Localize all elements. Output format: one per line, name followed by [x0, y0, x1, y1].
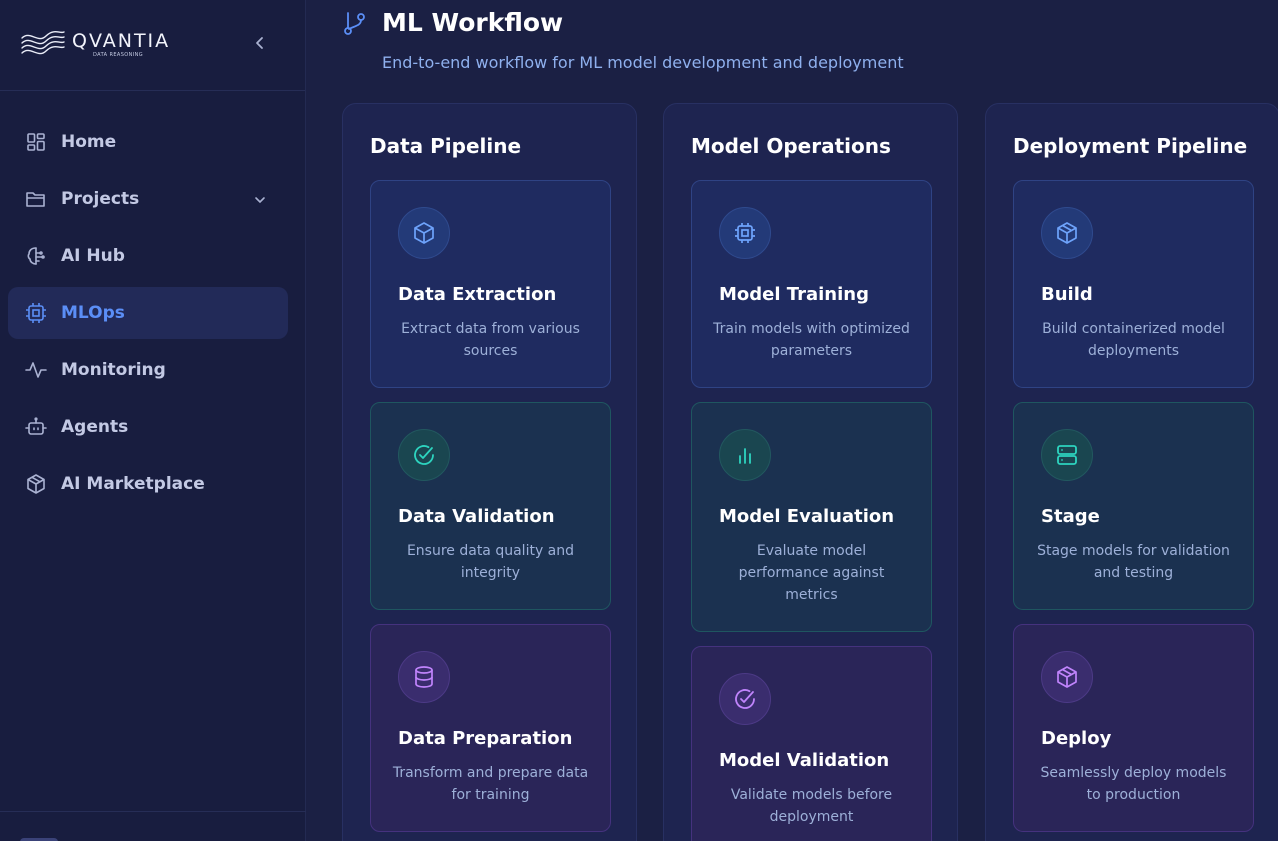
sidebar-footer: [0, 811, 306, 841]
cpu-icon: [25, 302, 47, 324]
sidebar-item-label: Projects: [61, 189, 140, 209]
card-description: Transform and prepare data for training: [392, 765, 589, 803]
card-model-validation[interactable]: Model Validation Validate models before …: [691, 646, 932, 841]
card-description: Evaluate model performance against metri…: [738, 543, 885, 603]
box-icon: [1041, 651, 1093, 703]
sidebar-item-agents[interactable]: Agents: [8, 401, 288, 453]
card-description: Seamlessly deploy models to production: [1040, 765, 1227, 803]
sidebar-item-mlops[interactable]: MLOps: [8, 287, 288, 339]
column-title: Deployment Pipeline: [1013, 134, 1248, 158]
card-deploy[interactable]: Deploy Seamlessly deploy models to produ…: [1013, 624, 1254, 832]
page-subtitle: End-to-end workflow for ML model develop…: [382, 53, 904, 72]
card-title: Model Validation: [719, 750, 890, 771]
sidebar-item-label: AI Marketplace: [61, 474, 205, 494]
check-circle-icon: [398, 429, 450, 481]
card-stage[interactable]: Stage Stage models for validation and te…: [1013, 402, 1254, 610]
sidebar-item-label: MLOps: [61, 303, 125, 323]
card-title: Model Training: [719, 284, 869, 305]
folder-icon: [25, 188, 47, 210]
column-model-operations: Model Operations Model Training Train mo…: [663, 103, 958, 841]
card-title: Data Preparation: [398, 728, 573, 749]
brand-tagline: DATA REASONING: [93, 52, 144, 58]
sidebar-item-label: Agents: [61, 417, 129, 437]
main-content: ML Workflow End-to-end workflow for ML m…: [306, 0, 1278, 841]
card-description: Train models with optimized parameters: [713, 321, 910, 359]
card-model-evaluation[interactable]: Model Evaluation Evaluate model performa…: [691, 402, 932, 632]
column-data-pipeline: Data Pipeline Data Extraction Extract da…: [342, 103, 637, 841]
wave-logo-icon: [20, 28, 66, 64]
column-deployment-pipeline: Deployment Pipeline Build Build containe…: [985, 103, 1278, 841]
card-title: Build: [1041, 284, 1093, 305]
card-description: Ensure data quality and integrity: [406, 543, 575, 581]
collapse-sidebar-button[interactable]: [250, 33, 270, 53]
card-description: Extract data from various sources: [401, 321, 580, 359]
check-circle-icon: [719, 673, 771, 725]
card-description: Stage models for validation and testing: [1037, 543, 1230, 581]
card-data-extraction[interactable]: Data Extraction Extract data from variou…: [370, 180, 611, 388]
sidebar-item-ai-marketplace[interactable]: AI Marketplace: [8, 458, 288, 510]
card-title: Deploy: [1041, 728, 1112, 749]
chevron-left-icon: [256, 37, 263, 49]
card-title: Data Extraction: [398, 284, 557, 305]
cpu-icon: [719, 207, 771, 259]
bot-icon: [25, 416, 47, 438]
card-description: Build containerized model deployments: [1042, 321, 1225, 359]
card-model-training[interactable]: Model Training Train models with optimiz…: [691, 180, 932, 388]
box-icon: [1041, 207, 1093, 259]
card-description: Validate models before deployment: [730, 787, 893, 825]
brain-icon: [25, 245, 47, 267]
sidebar: QVANTIA DATA REASONING Home Projects AI …: [0, 0, 306, 841]
database-icon: [398, 651, 450, 703]
card-title: Data Validation: [398, 506, 555, 527]
box-icon: [398, 207, 450, 259]
page-title: ML Workflow: [382, 8, 564, 37]
column-title: Data Pipeline: [370, 134, 522, 158]
chevron-down-icon: [254, 190, 266, 210]
card-build[interactable]: Build Build containerized model deployme…: [1013, 180, 1254, 388]
brand-header: QVANTIA DATA REASONING: [0, 0, 305, 91]
card-title: Model Evaluation: [719, 506, 895, 527]
sidebar-item-monitoring[interactable]: Monitoring: [8, 344, 288, 396]
card-data-validation[interactable]: Data Validation Ensure data quality and …: [370, 402, 611, 610]
git-branch-icon: [342, 11, 368, 41]
sidebar-nav: Home Projects AI Hub MLOps Monitoring Ag…: [8, 116, 288, 515]
sidebar-item-label: AI Hub: [61, 246, 125, 266]
brand-name: QVANTIA: [72, 30, 171, 52]
grid-icon: [25, 131, 47, 153]
sidebar-item-home[interactable]: Home: [8, 116, 288, 168]
sidebar-item-projects[interactable]: Projects: [8, 173, 288, 225]
activity-icon: [25, 359, 47, 381]
package-icon: [25, 473, 47, 495]
bar-chart-icon: [719, 429, 771, 481]
sidebar-item-label: Home: [61, 132, 117, 152]
server-icon: [1041, 429, 1093, 481]
sidebar-item-ai-hub[interactable]: AI Hub: [8, 230, 288, 282]
column-title: Model Operations: [691, 134, 891, 158]
card-title: Stage: [1041, 506, 1100, 527]
sidebar-item-label: Monitoring: [61, 360, 166, 380]
card-data-preparation[interactable]: Data Preparation Transform and prepare d…: [370, 624, 611, 832]
